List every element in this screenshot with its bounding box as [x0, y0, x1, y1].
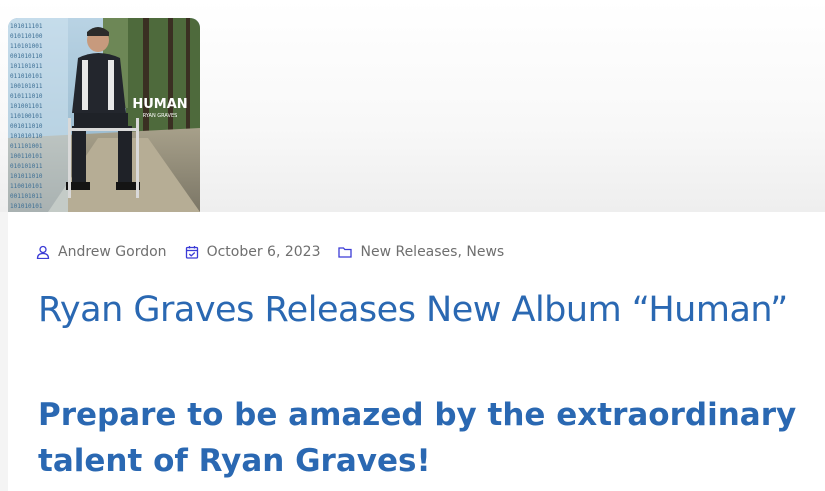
svg-text:011010101: 011010101 [10, 73, 43, 80]
featured-image[interactable]: 101011101 010110100 110101001 001010110 … [8, 18, 200, 212]
svg-text:110100101: 110100101 [10, 113, 43, 120]
post-categories: New Releases, News [338, 244, 504, 260]
post-author[interactable]: Andrew Gordon [36, 244, 167, 260]
svg-text:100101011: 100101011 [10, 83, 43, 90]
date-text: October 6, 2023 [206, 244, 321, 260]
svg-text:101010101: 101010101 [10, 203, 43, 210]
svg-text:001101011: 001101011 [10, 193, 43, 200]
folder-icon [338, 245, 353, 259]
svg-text:101001101: 101001101 [10, 103, 43, 110]
album-artist-text: RYAN GRAVES [143, 113, 178, 119]
post-card: Andrew Gordon October 6, 2023 New Releas… [8, 212, 825, 491]
album-cover-art: 101011101 010110100 110101001 001010110 … [8, 18, 200, 212]
svg-text:001010110: 001010110 [10, 53, 43, 60]
category-link-new-releases[interactable]: New Releases [360, 244, 457, 260]
svg-text:011101001: 011101001 [10, 143, 43, 150]
svg-text:010111010: 010111010 [10, 93, 43, 100]
post-meta: Andrew Gordon October 6, 2023 New Releas… [36, 244, 522, 260]
album-title-text: HUMAN [132, 97, 187, 112]
svg-text:101010110: 101010110 [10, 133, 43, 140]
svg-text:001011010: 001011010 [10, 123, 43, 130]
svg-text:101011010: 101011010 [10, 173, 43, 180]
post-subheading: Prepare to be amazed by the extraordinar… [38, 397, 797, 479]
category-separator: , [457, 244, 462, 260]
category-link-news[interactable]: News [466, 244, 504, 260]
post-title: Ryan Graves Releases New Album “Human” [38, 290, 788, 330]
svg-text:101011101: 101011101 [10, 23, 43, 30]
svg-text:110101001: 110101001 [10, 43, 43, 50]
svg-text:100110101: 100110101 [10, 153, 43, 160]
svg-text:110010101: 110010101 [10, 183, 43, 190]
svg-text:010101011: 010101011 [10, 163, 43, 170]
user-icon [36, 245, 50, 259]
post-date: October 6, 2023 [185, 244, 321, 260]
svg-text:010110100: 010110100 [10, 33, 43, 40]
calendar-icon [185, 245, 199, 259]
svg-text:101101011: 101101011 [10, 63, 43, 70]
author-link[interactable]: Andrew Gordon [58, 244, 167, 260]
